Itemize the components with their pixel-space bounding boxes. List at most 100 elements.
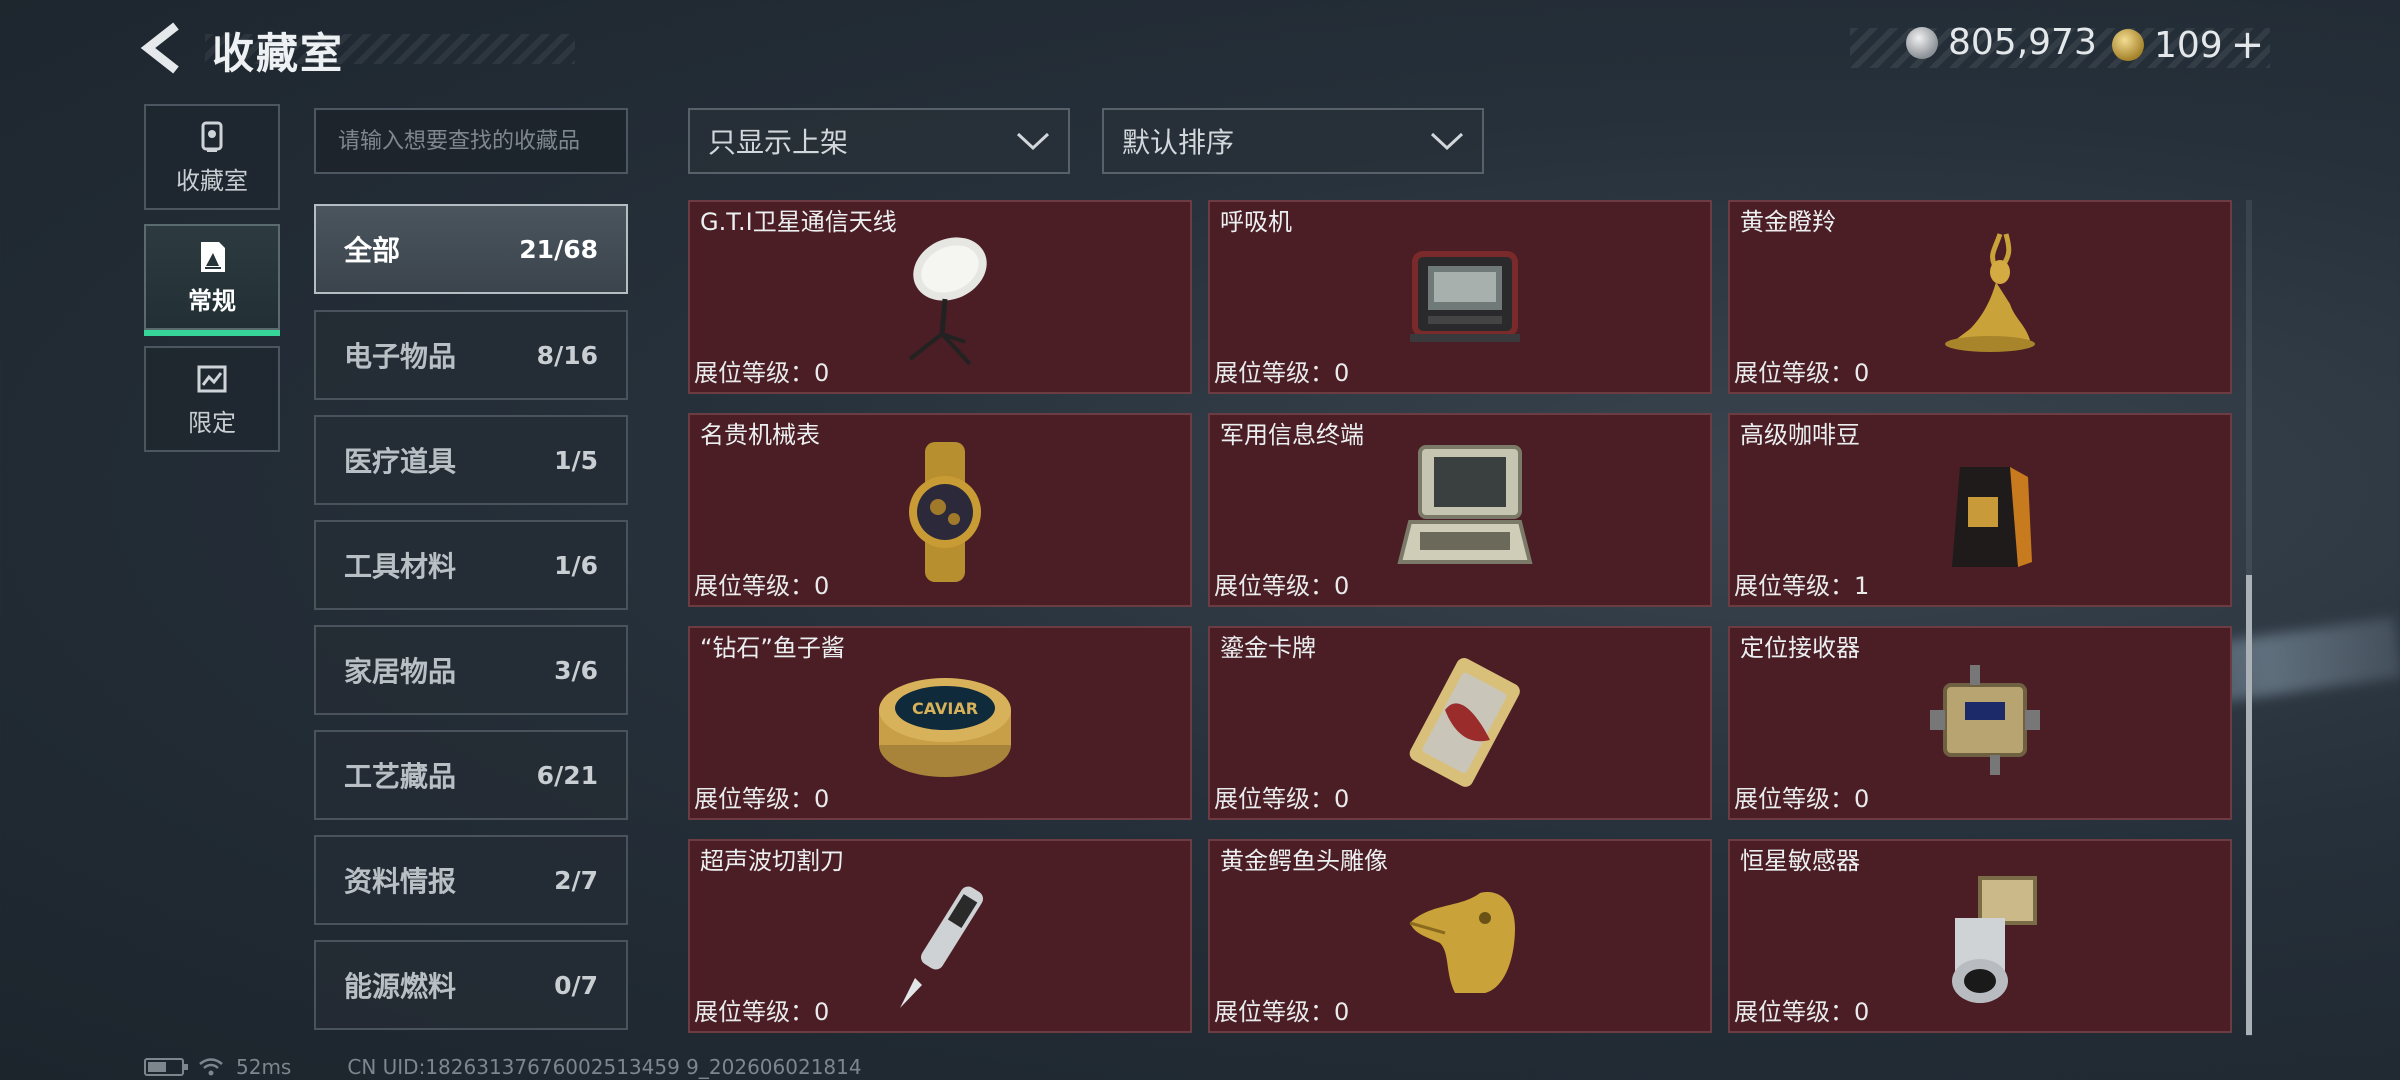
- category-electronics[interactable]: 电子物品 8/16: [314, 310, 628, 400]
- category-energy[interactable]: 能源燃料 0/7: [314, 940, 628, 1030]
- category-count: 1/5: [554, 445, 598, 475]
- category-name: 电子物品: [344, 340, 457, 373]
- collection-card[interactable]: 恒星敏感器 展位等级：0: [1728, 839, 2232, 1033]
- collection-card[interactable]: 高级咖啡豆 展位等级：1: [1728, 413, 2232, 607]
- collection-card[interactable]: 名贵机械表 展位等级：0: [688, 413, 1192, 607]
- search-input[interactable]: [314, 108, 628, 174]
- back-arrow-icon: [140, 22, 179, 74]
- collection-card[interactable]: 呼吸机 展位等级：0: [1208, 200, 1712, 394]
- collection-card[interactable]: CAVIAR “钻石”鱼子酱 展位等级：0: [688, 626, 1192, 820]
- category-name: 工艺藏品: [344, 760, 457, 793]
- star-sensor-icon: [1952, 876, 2037, 1003]
- status-footer: 52ms CN UID:18263137676002513459 9_20260…: [144, 1054, 862, 1080]
- gold-coin-icon: [2112, 29, 2144, 61]
- user-uid: CN UID:18263137676002513459 9_2026060218…: [347, 1055, 862, 1079]
- collection-grid: G.T.I卫星通信天线 展位等级：0 呼吸机 展位等级：0 黄金瞪羚 展位等级：…: [688, 200, 2232, 1036]
- collection-room-icon: [201, 121, 223, 152]
- tab-limited[interactable]: 限定: [144, 346, 280, 452]
- grid-scrollbar[interactable]: [2246, 200, 2252, 1036]
- item-level: 展位等级：0: [694, 998, 830, 1026]
- display-filter-value: 只显示上架: [708, 126, 849, 159]
- header-bar: 收藏室 805,973 109 +: [0, 0, 2400, 100]
- item-level: 展位等级：0: [1734, 785, 1870, 813]
- collection-card[interactable]: G.T.I卫星通信天线 展位等级：0: [688, 200, 1192, 394]
- military-terminal-icon: [1397, 445, 1533, 564]
- item-name: 高级咖啡豆: [1740, 421, 1860, 449]
- ultrasonic-cutter-icon: [900, 886, 983, 1008]
- display-filter-dropdown[interactable]: 只显示上架: [688, 108, 1070, 174]
- item-level: 展位等级：0: [1214, 785, 1350, 813]
- item-level: 展位等级：0: [1734, 998, 1870, 1026]
- item-name: 定位接收器: [1740, 634, 1860, 662]
- satellite-dish-icon: [908, 237, 987, 366]
- item-level: 展位等级：0: [694, 572, 830, 600]
- item-name: 黄金鳄鱼头雕像: [1220, 847, 1388, 875]
- item-level: 展位等级：0: [694, 785, 830, 813]
- tab-regular[interactable]: 常规: [144, 224, 280, 336]
- battery-icon: [144, 1058, 188, 1076]
- back-button[interactable]: [140, 22, 188, 74]
- sort-value: 默认排序: [1122, 126, 1235, 159]
- coffee-beans-icon: [1952, 467, 2032, 567]
- golden-gazelle-icon: [1945, 233, 2035, 352]
- category-name: 能源燃料: [344, 970, 457, 1003]
- sort-dropdown[interactable]: 默认排序: [1102, 108, 1484, 174]
- chevron-down-icon: [1430, 132, 1464, 151]
- ping-value: 52ms: [236, 1055, 292, 1079]
- category-name: 全部: [344, 234, 401, 267]
- item-level: 展位等级：0: [694, 359, 830, 387]
- category-name: 医疗道具: [344, 445, 457, 478]
- item-level: 展位等级：0: [1214, 998, 1350, 1026]
- category-name: 工具材料: [344, 550, 457, 583]
- category-count: 8/16: [536, 340, 598, 370]
- category-count: 2/7: [554, 865, 598, 895]
- add-currency-button[interactable]: +: [2231, 22, 2265, 68]
- ventilator-icon: [1410, 251, 1520, 342]
- item-name: 鎏金卡牌: [1220, 634, 1316, 662]
- category-medical[interactable]: 医疗道具 1/5: [314, 415, 628, 505]
- category-tools[interactable]: 工具材料 1/6: [314, 520, 628, 610]
- collection-card[interactable]: 鎏金卡牌 展位等级：0: [1208, 626, 1712, 820]
- category-household[interactable]: 家居物品 3/6: [314, 625, 628, 715]
- gold-crocodile-head-icon: [1409, 892, 1515, 993]
- item-level: 展位等级：1: [1734, 572, 1870, 600]
- item-name: G.T.I卫星通信天线: [700, 208, 897, 236]
- page-title: 收藏室: [212, 29, 345, 78]
- category-intel[interactable]: 资料情报 2/7: [314, 835, 628, 925]
- limited-icon: [197, 365, 227, 392]
- collection-card[interactable]: 黄金鳄鱼头雕像 展位等级：0: [1208, 839, 1712, 1033]
- category-count: 21/68: [519, 234, 598, 264]
- category-count: 6/21: [536, 760, 598, 790]
- category-crafts[interactable]: 工艺藏品 6/21: [314, 730, 628, 820]
- item-name: “钻石”鱼子酱: [700, 634, 845, 662]
- collection-card[interactable]: 超声波切割刀 展位等级：0: [688, 839, 1192, 1033]
- category-all[interactable]: 全部 21/68: [314, 204, 628, 294]
- caviar-tin-icon: CAVIAR: [879, 678, 1011, 777]
- tab-regular-label: 常规: [188, 286, 236, 315]
- item-name: 呼吸机: [1220, 208, 1292, 236]
- gold-currency-value: 109: [2154, 24, 2223, 66]
- category-name: 资料情报: [344, 865, 457, 898]
- silver-currency-value: 805,973: [1948, 22, 2097, 63]
- item-name: 名贵机械表: [700, 421, 820, 449]
- collection-card[interactable]: 黄金瞪羚 展位等级：0: [1728, 200, 2232, 394]
- scrollbar-thumb[interactable]: [2246, 575, 2252, 1035]
- category-name: 家居物品: [344, 655, 457, 688]
- positioning-receiver-icon: [1930, 665, 2040, 775]
- category-count: 3/6: [554, 655, 598, 685]
- chevron-down-icon: [1016, 132, 1050, 151]
- item-level: 展位等级：0: [1214, 359, 1350, 387]
- collection-card[interactable]: 定位接收器 展位等级：0: [1728, 626, 2232, 820]
- item-name: 黄金瞪羚: [1740, 208, 1836, 236]
- item-name: 超声波切割刀: [700, 847, 844, 875]
- silver-currency: 805,973: [1906, 22, 2097, 63]
- item-level: 展位等级：0: [1214, 572, 1350, 600]
- tab-collection-room[interactable]: 收藏室: [144, 104, 280, 210]
- item-name: 恒星敏感器: [1740, 847, 1860, 875]
- category-count: 0/7: [554, 970, 598, 1000]
- tab-collection-room-label: 收藏室: [176, 166, 248, 195]
- gold-currency: 109 +: [2112, 22, 2264, 68]
- item-level: 展位等级：0: [1734, 359, 1870, 387]
- collection-card[interactable]: 军用信息终端 展位等级：0: [1208, 413, 1712, 607]
- tab-limited-label: 限定: [188, 408, 236, 437]
